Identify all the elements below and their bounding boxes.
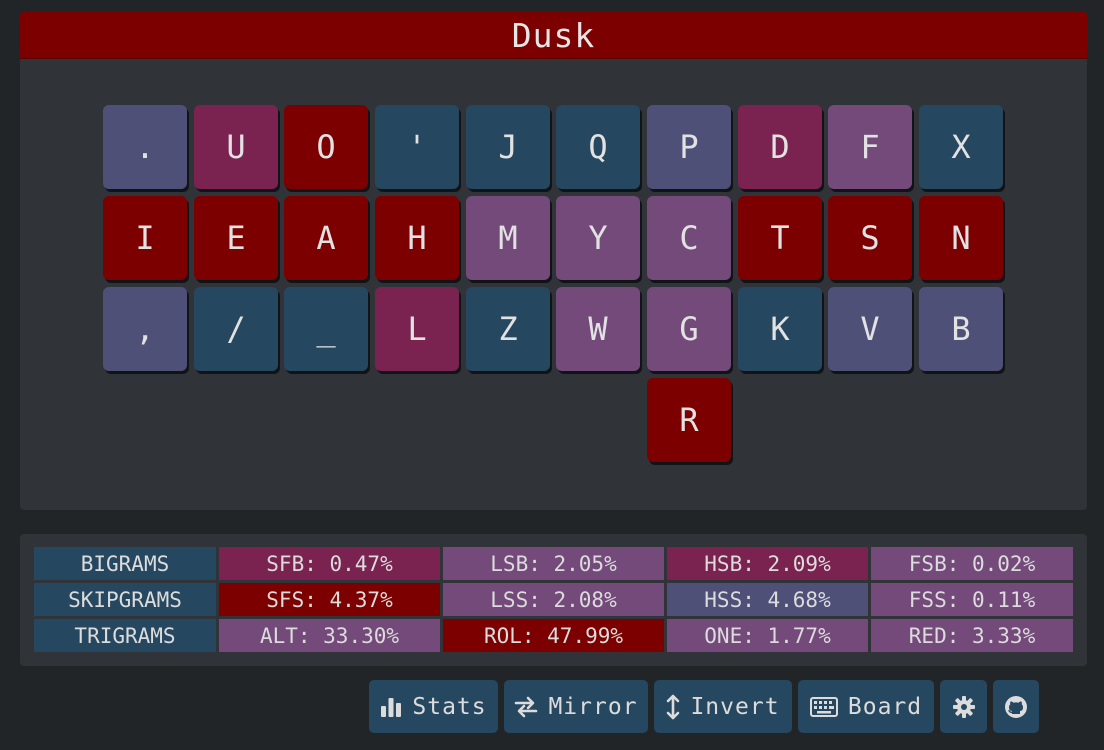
swap-arrows-icon [514, 696, 538, 718]
key[interactable]: U [194, 105, 278, 189]
github-button[interactable] [993, 680, 1039, 733]
stat-cell: RED: 3.33% [871, 619, 1073, 652]
stat-cell: LSS: 2.08% [443, 583, 664, 616]
key[interactable]: , [103, 287, 187, 371]
key[interactable]: Q [556, 105, 640, 189]
stat-cell: ONE: 1.77% [667, 619, 868, 652]
bar-chart-icon [380, 696, 402, 718]
key[interactable]: Z [466, 287, 550, 371]
stat-cell: ALT: 33.30% [219, 619, 440, 652]
key[interactable]: P [647, 105, 731, 189]
key[interactable]: G [647, 287, 731, 371]
layout-title: Dusk [20, 12, 1087, 59]
key[interactable]: W [556, 287, 640, 371]
thumb-key[interactable]: R [647, 378, 731, 462]
key[interactable]: F [828, 105, 912, 189]
stats-row-label: TRIGRAMS [34, 619, 216, 652]
key[interactable]: J [466, 105, 550, 189]
stat-cell: SFB: 0.47% [219, 547, 440, 580]
key[interactable]: A [284, 196, 368, 280]
key[interactable]: B [919, 287, 1003, 371]
key[interactable]: S [828, 196, 912, 280]
key[interactable]: I [103, 196, 187, 280]
key[interactable]: X [919, 105, 1003, 189]
github-icon [1004, 695, 1028, 719]
stats-row-label: BIGRAMS [34, 547, 216, 580]
key[interactable]: H [375, 196, 459, 280]
key[interactable]: . [103, 105, 187, 189]
settings-button[interactable] [940, 680, 987, 733]
key[interactable]: L [375, 287, 459, 371]
key[interactable]: ' [375, 105, 459, 189]
key[interactable]: O [284, 105, 368, 189]
key[interactable]: D [738, 105, 822, 189]
key[interactable]: Y [556, 196, 640, 280]
stat-cell: HSB: 2.09% [667, 547, 868, 580]
invert-button-label: Invert [690, 693, 780, 720]
mirror-button[interactable]: Mirror [504, 680, 648, 733]
mirror-button-label: Mirror [548, 693, 638, 720]
key[interactable]: / [194, 287, 278, 371]
stats-button-label: Stats [412, 693, 487, 720]
stats-row-label: SKIPGRAMS [34, 583, 216, 616]
key[interactable]: C [647, 196, 731, 280]
gear-icon [952, 695, 976, 719]
invert-button[interactable]: Invert [654, 680, 792, 733]
stat-cell: LSB: 2.05% [443, 547, 664, 580]
key[interactable]: T [738, 196, 822, 280]
key[interactable]: E [194, 196, 278, 280]
board-button-label: Board [847, 693, 923, 720]
keyboard-icon [809, 696, 838, 717]
stat-cell: FSB: 0.02% [871, 547, 1073, 580]
key[interactable]: N [919, 196, 1003, 280]
stat-cell: ROL: 47.99% [443, 619, 664, 652]
board-button[interactable]: Board [798, 680, 934, 733]
stats-button[interactable]: Stats [369, 680, 498, 733]
key[interactable]: K [738, 287, 822, 371]
layout-panel: Dusk . U O ' J Q P D F X I E A H M Y C T… [20, 12, 1087, 510]
vertical-arrows-icon [666, 694, 680, 720]
stat-cell: SFS: 4.37% [219, 583, 440, 616]
stat-cell: HSS: 4.68% [667, 583, 868, 616]
key[interactable]: _ [284, 287, 368, 371]
key[interactable]: M [466, 196, 550, 280]
stats-panel: BIGRAMS SFB: 0.47% LSB: 2.05% HSB: 2.09%… [20, 534, 1087, 666]
stat-cell: FSS: 0.11% [871, 583, 1073, 616]
key[interactable]: V [828, 287, 912, 371]
